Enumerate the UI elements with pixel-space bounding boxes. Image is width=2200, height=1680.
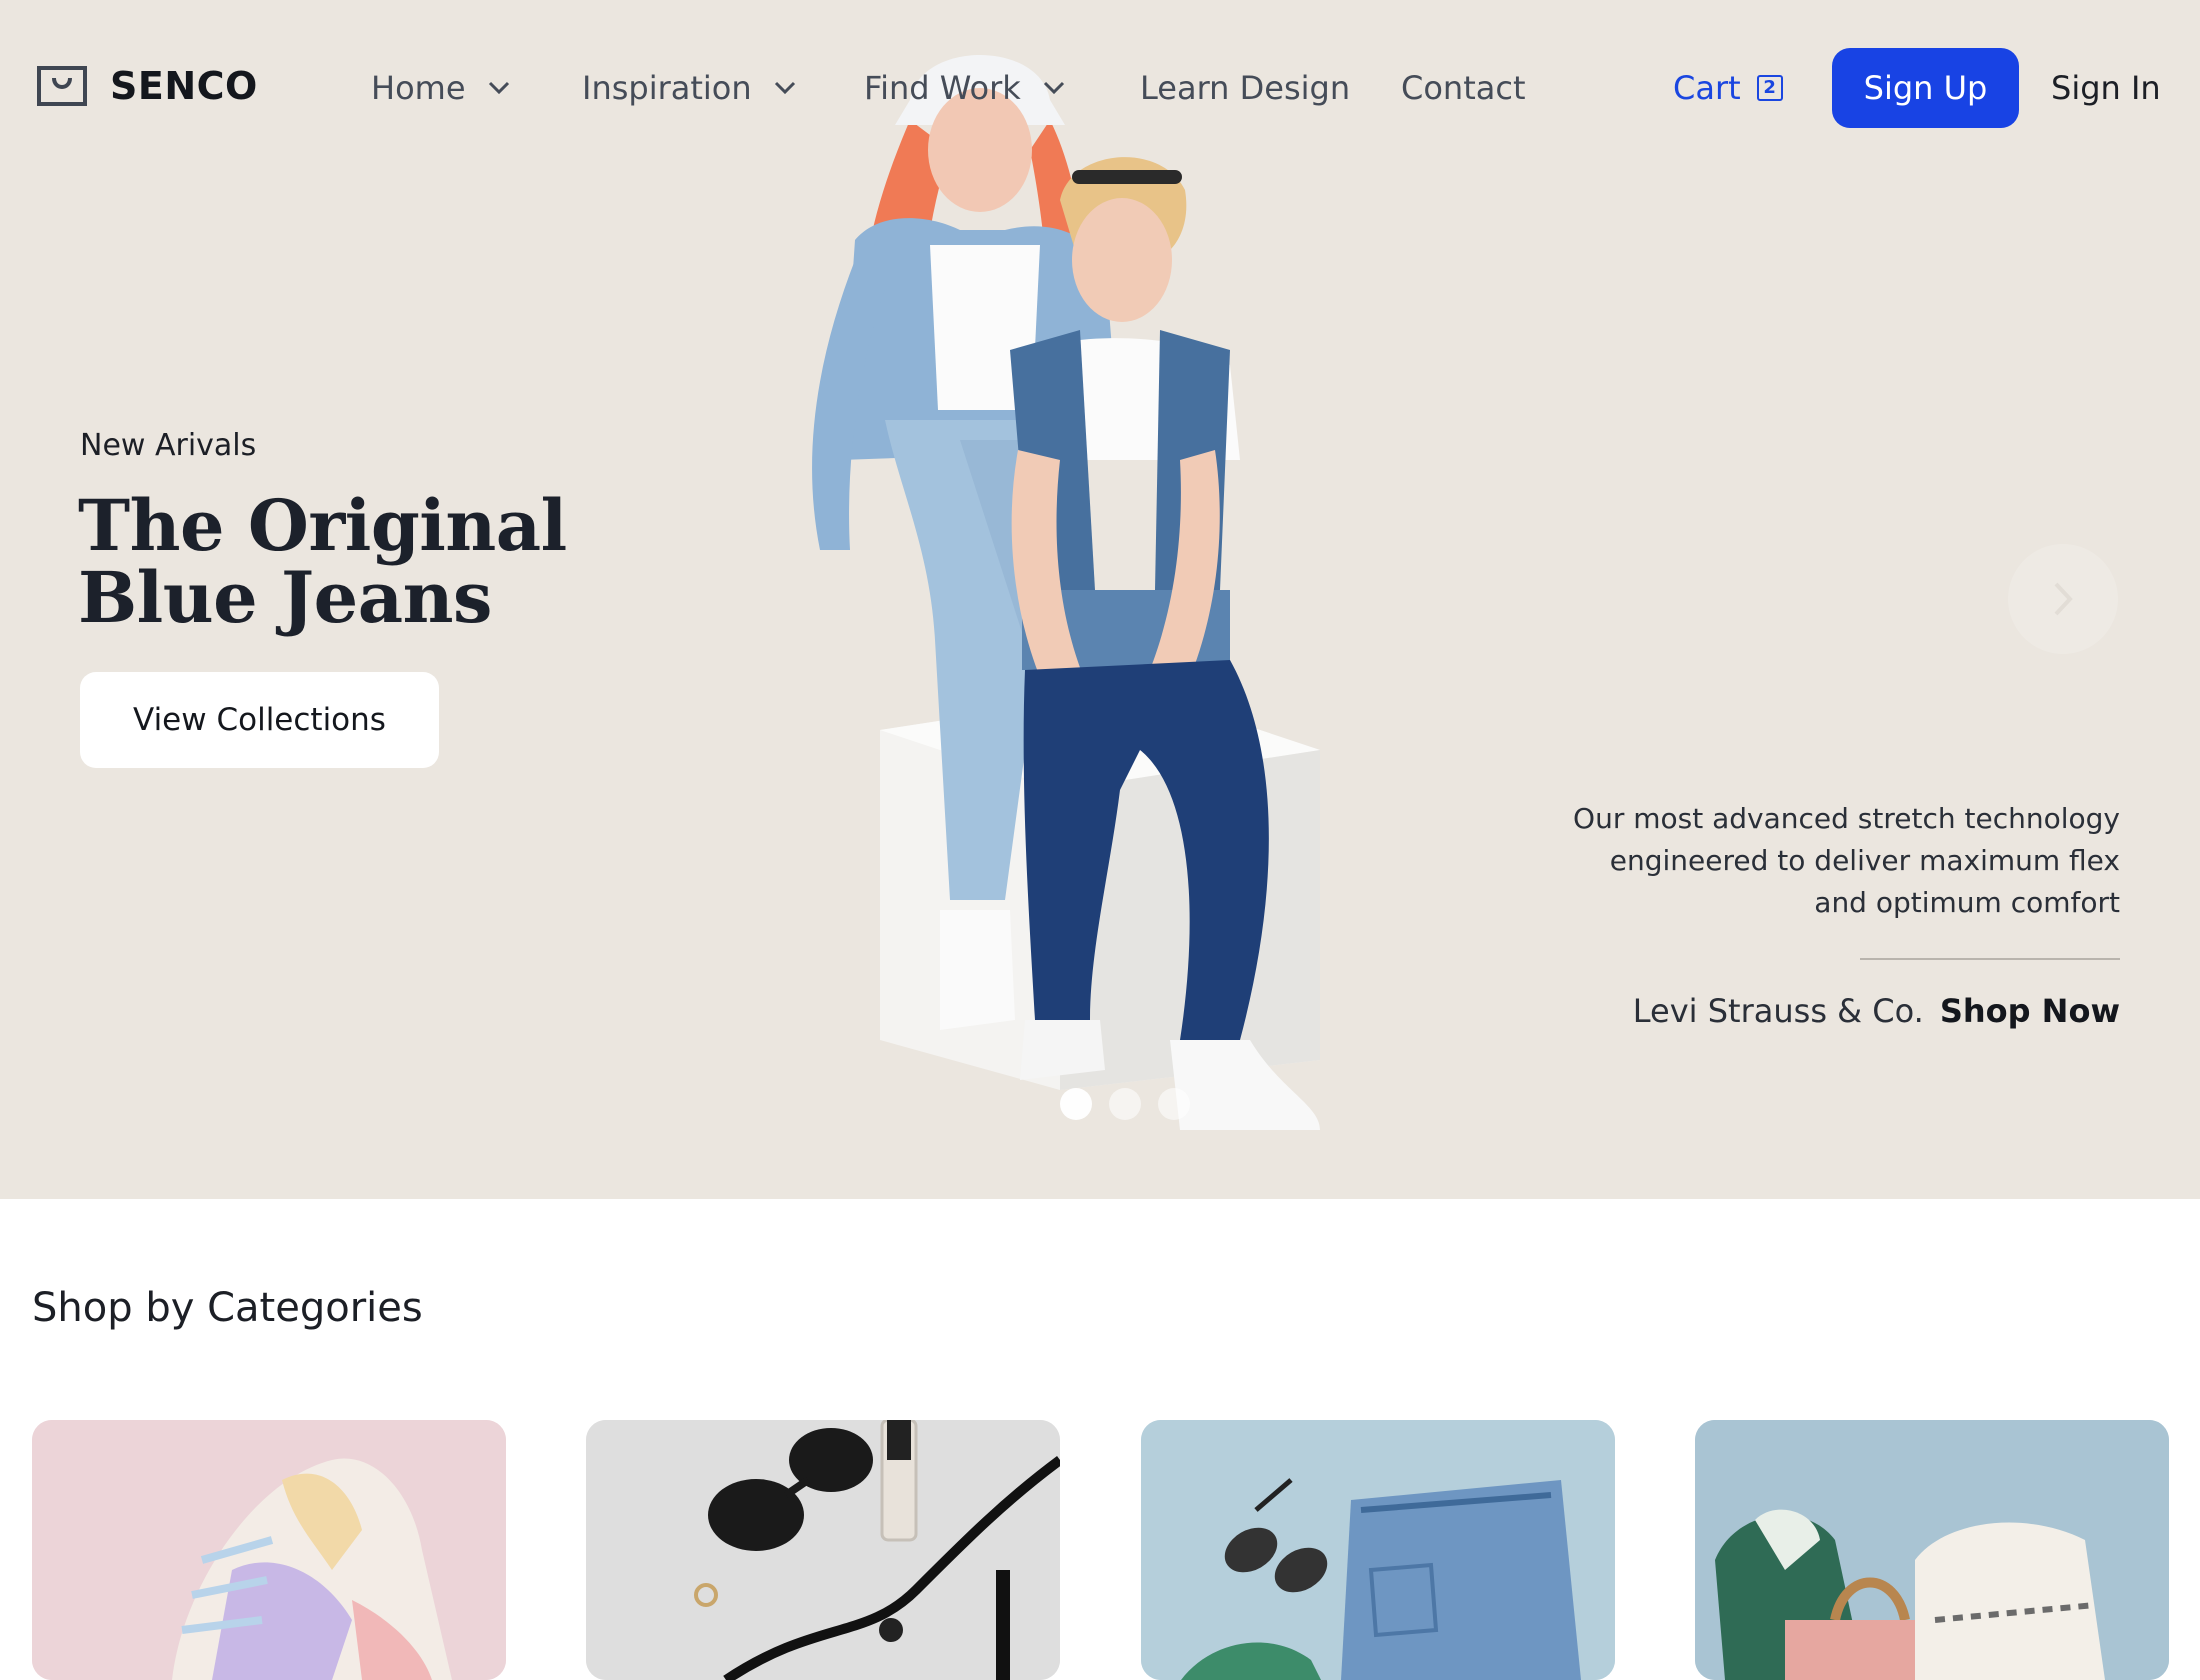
category-card-accessories[interactable] [586, 1420, 1060, 1680]
nav-label: Contact [1401, 69, 1526, 107]
category-card-bags[interactable] [1695, 1420, 2169, 1680]
sign-in-link[interactable]: Sign In [2051, 64, 2161, 112]
category-card-sneakers[interactable] [32, 1420, 506, 1680]
logo[interactable]: SENCO [37, 64, 258, 108]
carousel-dot[interactable] [1158, 1088, 1190, 1120]
hero-banner: SENCO Home Inspiration Find Work Learn D… [0, 0, 2200, 1199]
carousel-dot[interactable] [1060, 1088, 1092, 1120]
sign-up-button[interactable]: Sign Up [1832, 48, 2019, 128]
chevron-down-icon [1043, 81, 1064, 95]
shop-now-link[interactable]: Shop Now [1940, 992, 2120, 1030]
chevron-right-icon [2054, 582, 2073, 616]
hero-title: The Original Blue Jeans [78, 484, 567, 639]
chevron-down-icon [488, 81, 509, 95]
nav-label: Inspiration [582, 69, 752, 107]
nav-label: Learn Design [1140, 69, 1351, 107]
nav-find-work[interactable]: Find Work [864, 64, 1065, 112]
brand-name: Levi Strauss & Co. [1632, 992, 1924, 1030]
logo-text: SENCO [110, 64, 258, 108]
view-collections-button[interactable]: View Collections [80, 672, 439, 768]
cart-label: Cart [1673, 69, 1741, 107]
nav-label: Home [371, 69, 466, 107]
nav-learn-design[interactable]: Learn Design [1140, 64, 1350, 112]
carousel-dot[interactable] [1109, 1088, 1141, 1120]
cart-link[interactable]: Cart 2 [1673, 64, 1783, 112]
chevron-down-icon [774, 81, 795, 95]
sneakers-image [32, 1420, 506, 1680]
bags-image [1695, 1420, 2169, 1680]
carousel-dots [1060, 1088, 1190, 1120]
next-slide-button[interactable] [2008, 544, 2118, 654]
nav-label: Find Work [864, 69, 1021, 107]
divider [1860, 958, 2120, 960]
hero-models-image [812, 55, 1320, 1130]
hero-eyebrow: New Arivals [80, 428, 257, 463]
nav-inspiration[interactable]: Inspiration [582, 64, 796, 112]
category-card-denim[interactable] [1141, 1420, 1615, 1680]
denim-image [1141, 1420, 1615, 1680]
cart-count-badge: 2 [1756, 75, 1783, 101]
hero-description: Our most advanced stretch technology eng… [1573, 802, 2120, 919]
accessories-image [586, 1420, 1060, 1680]
nav-home[interactable]: Home [371, 64, 510, 112]
hero-brand-row: Levi Strauss & Co. Shop Now [1633, 992, 2120, 1030]
nav-contact[interactable]: Contact [1401, 64, 1526, 112]
section-title: Shop by Categories [32, 1285, 423, 1331]
shopping-bag-icon [37, 66, 87, 106]
